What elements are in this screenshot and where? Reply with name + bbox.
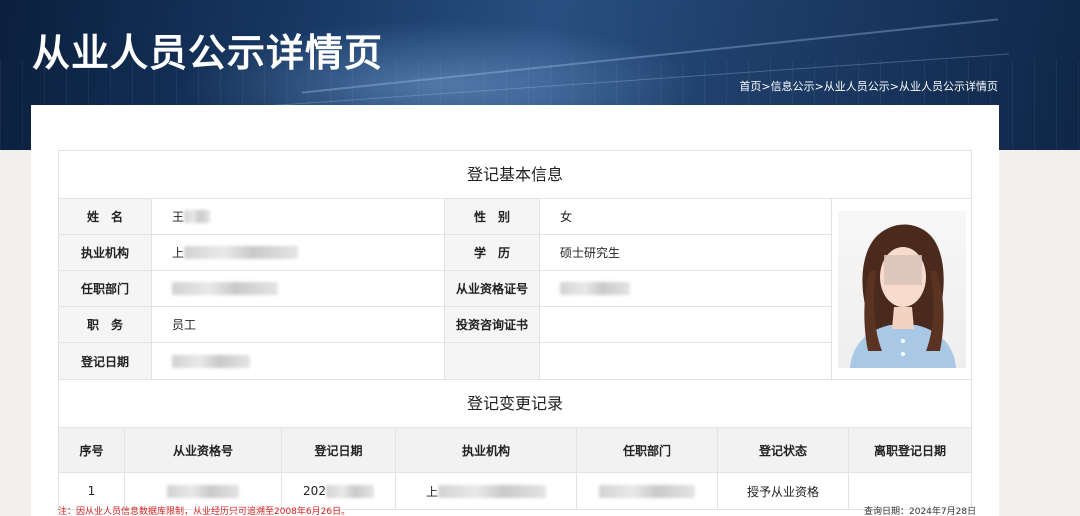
redacted-registration-date xyxy=(172,354,250,368)
certificate-no-label: 从业资格证号 xyxy=(445,271,540,306)
info-row: 执业机构 上 学 历 硕士研究生 xyxy=(59,235,832,271)
certificate-no-value xyxy=(540,271,832,306)
redacted-institution xyxy=(184,246,299,259)
empty-value xyxy=(540,343,832,379)
info-row: 姓 名 王 性 别 女 xyxy=(59,199,832,235)
basic-info-title: 登记基本信息 xyxy=(59,151,971,199)
name-text: 王 xyxy=(172,210,185,224)
gender-value: 女 xyxy=(540,199,832,234)
col-registration-date: 登记日期 xyxy=(282,428,396,472)
info-row: 任职部门 从业资格证号 xyxy=(59,271,832,307)
advisory-cert-value xyxy=(540,307,832,342)
basic-info-grid: 姓 名 王 性 别 女 执业机构 上 学 历 硕士研究生 任职部门 从业资格证号… xyxy=(59,199,832,379)
row-registration-date-text: 202 xyxy=(303,484,326,498)
department-value xyxy=(152,271,445,306)
redacted-name xyxy=(184,210,211,223)
redacted-row-institution xyxy=(438,484,546,498)
row-department xyxy=(577,473,718,509)
query-date: 查询日期：2024年7月28日 xyxy=(864,507,977,516)
col-leave-date: 离职登记日期 xyxy=(873,443,946,458)
breadcrumb-separator: > xyxy=(761,80,771,93)
breadcrumb-separator: > xyxy=(814,80,824,93)
redacted-row-department xyxy=(599,484,695,498)
position-value: 员工 xyxy=(152,307,445,342)
photo-cell xyxy=(832,199,971,379)
info-row: 职 务 员工 投资咨询证书 xyxy=(59,307,832,343)
row-status: 授予从业资格 xyxy=(718,473,849,509)
registration-date-label: 登记日期 xyxy=(59,343,152,379)
breadcrumb-separator: > xyxy=(889,80,899,93)
institution-text: 上 xyxy=(172,246,185,260)
redacted-qualification-no xyxy=(167,484,239,498)
empty-label xyxy=(445,343,540,379)
basic-info-section: 姓 名 王 性 别 女 执业机构 上 学 历 硕士研究生 任职部门 从业资格证号… xyxy=(59,199,971,380)
education-label: 学 历 xyxy=(445,235,540,270)
institution-label: 执业机构 xyxy=(59,235,152,270)
gender-label: 性 别 xyxy=(445,199,540,234)
profile-photo xyxy=(837,210,966,368)
history-title: 登记变更记录 xyxy=(59,380,971,428)
position-label: 职 务 xyxy=(59,307,152,342)
detail-card: 登记基本信息 姓 名 王 性 别 女 执业机构 上 学 历 硕士研究生 任职部门… xyxy=(31,105,999,516)
row-institution-text: 上 xyxy=(425,484,438,499)
redacted-row-date xyxy=(325,484,374,498)
breadcrumb-info-link[interactable]: 信息公示 xyxy=(771,80,815,93)
page-title: 从业人员公示详情页 xyxy=(32,31,384,75)
redacted-certificate-no xyxy=(560,282,630,295)
education-value: 硕士研究生 xyxy=(540,235,832,270)
col-institution: 执业机构 xyxy=(396,428,577,472)
registration-date-value xyxy=(152,343,445,379)
col-index: 序号 xyxy=(59,428,125,472)
col-status: 登记状态 xyxy=(718,428,849,472)
name-label: 姓 名 xyxy=(59,199,152,234)
breadcrumb-home-link[interactable]: 首页 xyxy=(739,80,761,93)
breadcrumb-current: 从业人员公示详情页 xyxy=(899,80,998,93)
advisory-cert-label: 投资咨询证书 xyxy=(445,307,540,342)
info-row: 登记日期 xyxy=(59,343,832,379)
history-table-header: 序号 从业资格号 登记日期 执业机构 任职部门 登记状态 离职登记日期 xyxy=(59,428,971,473)
redacted-department xyxy=(172,282,278,295)
row-institution: 上 xyxy=(396,473,577,509)
name-value: 王 xyxy=(152,199,445,234)
department-label: 任职部门 xyxy=(59,271,152,306)
breadcrumb: 首页>信息公示>从业人员公示>从业人员公示详情页 xyxy=(739,78,998,94)
profile-photo-illustration xyxy=(849,224,956,368)
footnote: 注：因从业人员信息数据库限制，从业经历只可追溯至2008年6月26日。 xyxy=(58,507,351,516)
institution-value: 上 xyxy=(152,235,445,270)
col-qualification-no: 从业资格号 xyxy=(125,428,282,472)
col-department: 任职部门 xyxy=(577,428,718,472)
detail-table: 登记基本信息 姓 名 王 性 别 女 执业机构 上 学 历 硕士研究生 任职部门… xyxy=(58,150,972,510)
breadcrumb-staff-link[interactable]: 从业人员公示 xyxy=(824,80,890,93)
